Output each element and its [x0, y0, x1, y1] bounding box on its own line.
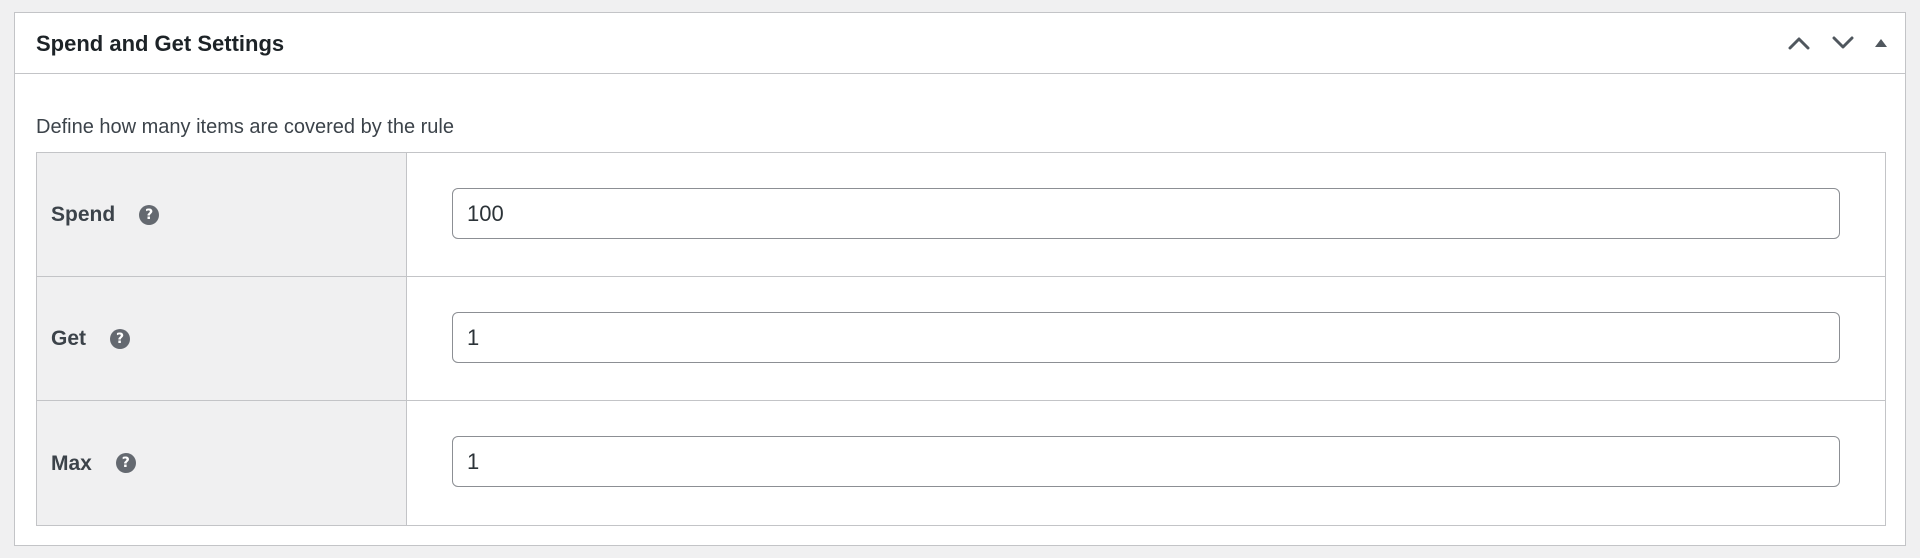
toggle-panel-button[interactable]	[1865, 25, 1897, 61]
question-circle-icon[interactable]: ?	[139, 204, 160, 225]
move-down-button[interactable]	[1821, 25, 1865, 61]
settings-form-table: Spend ? Get ? Max ?	[36, 152, 1886, 526]
panel-handle-actions	[1777, 25, 1897, 61]
move-up-button[interactable]	[1777, 25, 1821, 61]
form-row-get: Get ?	[37, 277, 1885, 401]
get-input[interactable]	[452, 312, 1840, 363]
question-circle-icon[interactable]: ?	[110, 328, 131, 349]
panel-header: Spend and Get Settings	[15, 13, 1905, 74]
input-cell-get	[407, 277, 1885, 400]
spend-label: Spend	[51, 203, 116, 226]
max-input[interactable]	[452, 436, 1840, 487]
spend-input[interactable]	[452, 188, 1840, 239]
spend-and-get-settings-panel: Spend and Get Settings Define how many i…	[14, 12, 1906, 546]
question-circle-icon[interactable]: ?	[115, 453, 136, 473]
triangle-up-icon	[1875, 39, 1887, 47]
form-row-spend: Spend ?	[37, 153, 1885, 277]
get-label: Get	[51, 327, 87, 350]
input-cell-spend	[407, 153, 1885, 276]
panel-title: Spend and Get Settings	[36, 31, 285, 56]
input-cell-max	[407, 401, 1885, 525]
panel-description: Define how many items are covered by the…	[36, 116, 454, 138]
chevron-down-icon	[1832, 36, 1854, 49]
chevron-up-icon	[1788, 37, 1810, 50]
max-label: Max	[51, 451, 92, 475]
label-cell-spend: Spend ?	[37, 153, 407, 276]
label-cell-get: Get ?	[37, 277, 407, 400]
form-row-max: Max ?	[37, 401, 1885, 525]
panel-body: Define how many items are covered by the…	[15, 74, 1905, 545]
label-cell-max: Max ?	[37, 401, 407, 525]
